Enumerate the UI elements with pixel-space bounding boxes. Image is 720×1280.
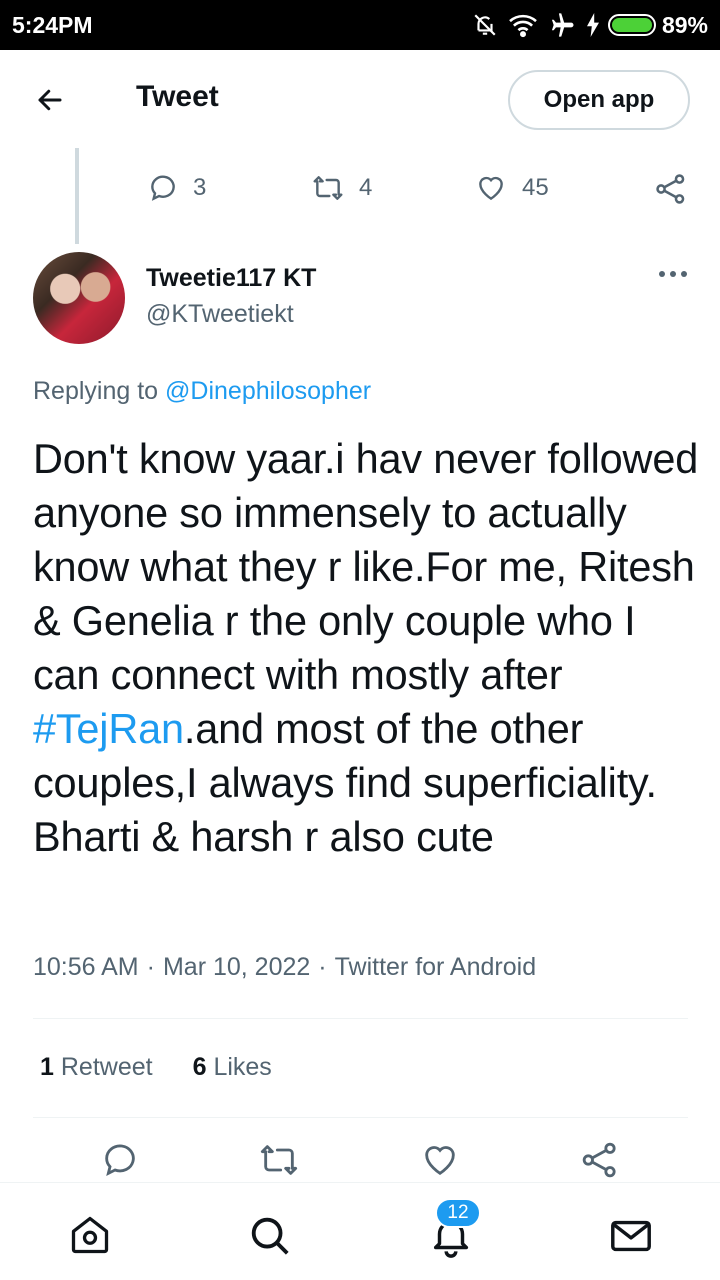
charging-icon: [586, 13, 599, 37]
page-title: Tweet: [136, 80, 219, 113]
parent-reply-count: 3: [193, 174, 207, 201]
likes-stat[interactable]: 6 Likes: [193, 1053, 272, 1082]
like-label: Likes: [213, 1053, 272, 1081]
tweet-source[interactable]: Twitter for Android: [335, 953, 536, 981]
reply-icon: [105, 1144, 135, 1176]
battery-icon: [607, 14, 656, 36]
back-button[interactable]: [30, 80, 70, 120]
top-bar: Tweet Open app: [0, 50, 720, 146]
meta-separator: ·: [146, 953, 155, 981]
like-count: 6: [192, 1053, 207, 1081]
heart-icon: [479, 176, 503, 201]
notifications-off-icon: [474, 14, 496, 36]
open-app-button[interactable]: Open app: [508, 70, 690, 130]
wifi-icon: [509, 14, 537, 38]
more-options-button[interactable]: [653, 264, 693, 284]
parent-like-count: 45: [522, 174, 549, 201]
parent-share-button[interactable]: [654, 172, 688, 206]
tweet-author: Tweetie117 KT @KTweetiekt: [33, 252, 693, 352]
retweet-icon: [260, 1145, 298, 1175]
tweet-date[interactable]: Mar 10, 2022: [163, 953, 310, 981]
retweet-count: 1: [40, 1053, 54, 1081]
meta-separator: ·: [318, 953, 327, 981]
more-icon: [659, 271, 665, 277]
status-time: 5:24PM: [12, 11, 93, 38]
status-icons: 89%: [472, 11, 708, 39]
reply-icon: [151, 175, 175, 201]
share-icon: [656, 174, 685, 204]
notification-badge: 12: [435, 1198, 481, 1228]
airplane-icon: [551, 13, 574, 37]
retweet-icon: [313, 176, 343, 200]
tweet-time[interactable]: 10:56 AM: [33, 953, 139, 981]
retweets-stat[interactable]: 1 Retweet: [40, 1053, 153, 1082]
home-icon: [71, 1216, 109, 1254]
parent-tweet-actions: 3 4 45: [0, 160, 720, 224]
messages-icon: [611, 1220, 651, 1252]
divider: [33, 1018, 688, 1019]
tweet-text-part: Don't know yaar.i hav never followed any…: [33, 435, 699, 698]
reply-button[interactable]: [100, 1140, 140, 1185]
heart-icon: [425, 1146, 455, 1176]
status-bar: 5:24PM 89%: [0, 0, 720, 50]
like-button[interactable]: [420, 1140, 460, 1185]
battery-indicator: 89%: [607, 11, 708, 39]
author-handle[interactable]: @KTweetiekt: [146, 300, 294, 329]
bottom-navigation: 12: [0, 1182, 720, 1280]
parent-like-button[interactable]: 45: [474, 172, 549, 204]
tweet-stats: 1 Retweet 6 Likes: [40, 1053, 272, 1082]
tweet-text: Don't know yaar.i hav never followed any…: [33, 432, 703, 864]
parent-retweet-button[interactable]: 4: [311, 172, 372, 204]
nav-search[interactable]: [247, 1213, 293, 1264]
author-name[interactable]: Tweetie117 KT: [146, 264, 316, 293]
battery-percent: 89%: [661, 11, 708, 38]
share-button[interactable]: [580, 1140, 620, 1185]
replying-mention-link[interactable]: @Dinephilosopher: [165, 377, 371, 405]
parent-reply-button[interactable]: 3: [147, 172, 206, 204]
retweet-label: Retweet: [60, 1053, 153, 1081]
tweet-actions: [0, 1140, 720, 1186]
nav-messages[interactable]: [608, 1213, 654, 1264]
search-icon: [251, 1217, 289, 1255]
retweet-button[interactable]: [258, 1140, 300, 1185]
replying-prefix: Replying to: [33, 377, 166, 405]
avatar[interactable]: [33, 252, 125, 344]
parent-retweet-count: 4: [359, 174, 373, 201]
replying-to: Replying to @Dinephilosopher: [33, 377, 371, 406]
nav-home[interactable]: [68, 1213, 112, 1262]
tweet-meta: 10:56 AM · Mar 10, 2022 · Twitter for Androi…: [33, 953, 536, 982]
hashtag-link[interactable]: #TejRan: [33, 705, 184, 752]
divider: [33, 1117, 688, 1118]
share-icon: [582, 1142, 616, 1178]
arrow-left-icon: [38, 89, 62, 111]
